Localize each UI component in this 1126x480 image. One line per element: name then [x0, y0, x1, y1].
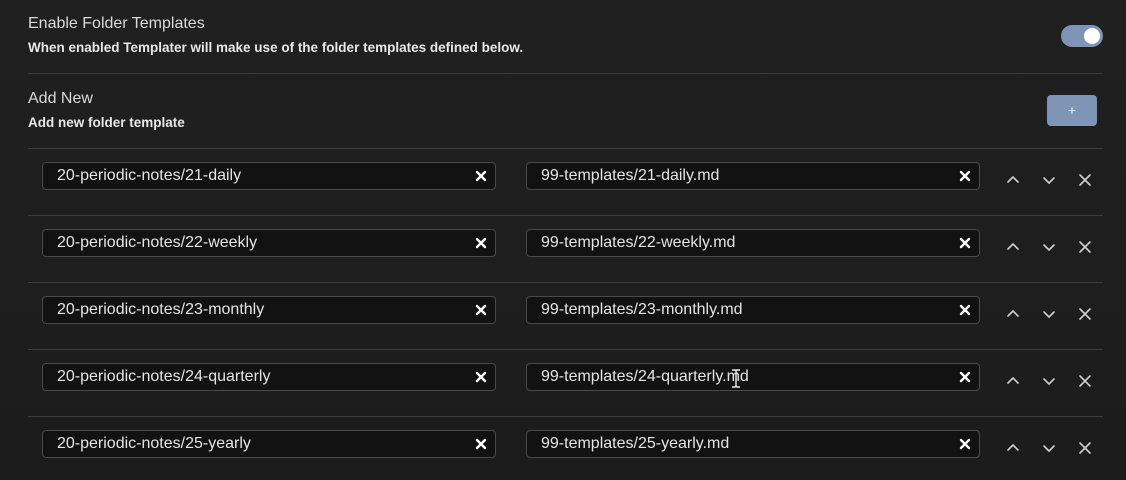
enable-folder-templates-toggle[interactable]: [1061, 25, 1103, 47]
template-input[interactable]: 99-templates/21-daily.md: [526, 162, 980, 190]
close-icon[interactable]: [475, 438, 487, 450]
template-input[interactable]: 99-templates/22-weekly.md: [526, 229, 980, 257]
close-icon[interactable]: [1077, 239, 1093, 255]
folder-template-row: 20-periodic-notes/21-daily 99-templates/2…: [28, 148, 1103, 215]
folder-input-value: 20-periodic-notes/21-daily: [57, 167, 242, 184]
folder-input-value: 20-periodic-notes/24-quarterly: [57, 368, 271, 385]
template-input-value: 99-templates/23-monthly.md: [541, 301, 743, 318]
close-icon[interactable]: [475, 304, 487, 316]
chevron-down-icon[interactable]: [1041, 172, 1057, 188]
setting-description: Add new folder template: [28, 115, 185, 130]
close-icon[interactable]: [959, 438, 971, 450]
close-icon[interactable]: [1077, 373, 1093, 389]
template-input[interactable]: 99-templates/23-monthly.md: [526, 296, 980, 324]
chevron-down-icon[interactable]: [1041, 373, 1057, 389]
close-icon[interactable]: [475, 371, 487, 383]
setting-add-new: Add New Add new folder template: [28, 89, 1103, 132]
close-icon[interactable]: [475, 170, 487, 182]
chevron-up-icon[interactable]: [1005, 306, 1021, 322]
folder-input[interactable]: 20-periodic-notes/23-monthly: [42, 296, 496, 324]
toggle-knob: [1084, 28, 1100, 44]
folder-input-value: 20-periodic-notes/25-yearly: [57, 435, 251, 452]
chevron-down-icon[interactable]: [1041, 306, 1057, 322]
chevron-down-icon[interactable]: [1041, 239, 1057, 255]
close-icon[interactable]: [959, 304, 971, 316]
template-input-value: 99-templates/24-quarterly.md: [541, 368, 749, 385]
close-icon[interactable]: [1077, 306, 1093, 322]
template-input-value: 99-templates/22-weekly.md: [541, 234, 736, 251]
setting-enable-folder-templates: Enable Folder Templates When enabled Tem…: [28, 14, 1103, 57]
close-icon[interactable]: [959, 170, 971, 182]
close-icon[interactable]: [1077, 440, 1093, 456]
folder-template-row: 20-periodic-notes/23-monthly 99-templates…: [28, 282, 1103, 349]
chevron-up-icon[interactable]: [1005, 373, 1021, 389]
folder-input-value: 20-periodic-notes/22-weekly: [57, 234, 258, 251]
template-input-value: 99-templates/21-daily.md: [541, 167, 720, 184]
folder-input[interactable]: 20-periodic-notes/22-weekly: [42, 229, 496, 257]
folder-template-row: 20-periodic-notes/22-weekly 99-templates/…: [28, 215, 1103, 282]
setting-name: Add New: [28, 90, 93, 107]
divider: [28, 73, 1103, 74]
folder-input[interactable]: 20-periodic-notes/21-daily: [42, 162, 496, 190]
chevron-up-icon[interactable]: [1005, 440, 1021, 456]
chevron-up-icon[interactable]: [1005, 172, 1021, 188]
folder-input[interactable]: 20-periodic-notes/24-quarterly: [42, 363, 496, 391]
close-icon[interactable]: [1077, 172, 1093, 188]
folder-input[interactable]: 20-periodic-notes/25-yearly: [42, 430, 496, 458]
close-icon[interactable]: [959, 371, 971, 383]
setting-description: When enabled Templater will make use of …: [28, 40, 524, 55]
folder-input-value: 20-periodic-notes/23-monthly: [57, 301, 265, 318]
folder-template-row: 20-periodic-notes/25-yearly 99-templates/…: [28, 416, 1103, 480]
chevron-down-icon[interactable]: [1041, 440, 1057, 456]
setting-name: Enable Folder Templates: [28, 15, 205, 32]
folder-template-row: 20-periodic-notes/24-quarterly 99-templat…: [28, 349, 1103, 416]
template-input[interactable]: 99-templates/25-yearly.md: [526, 430, 980, 458]
close-icon[interactable]: [475, 237, 487, 249]
close-icon[interactable]: [959, 237, 971, 249]
settings-page: Enable Folder Templates When enabled Tem…: [0, 0, 1126, 480]
text-cursor-icon: [732, 369, 740, 388]
chevron-up-icon[interactable]: [1005, 239, 1021, 255]
add-folder-template-button[interactable]: +: [1047, 95, 1097, 126]
template-input-value: 99-templates/25-yearly.md: [541, 435, 730, 452]
template-input[interactable]: 99-templates/24-quarterly.md: [526, 363, 980, 391]
